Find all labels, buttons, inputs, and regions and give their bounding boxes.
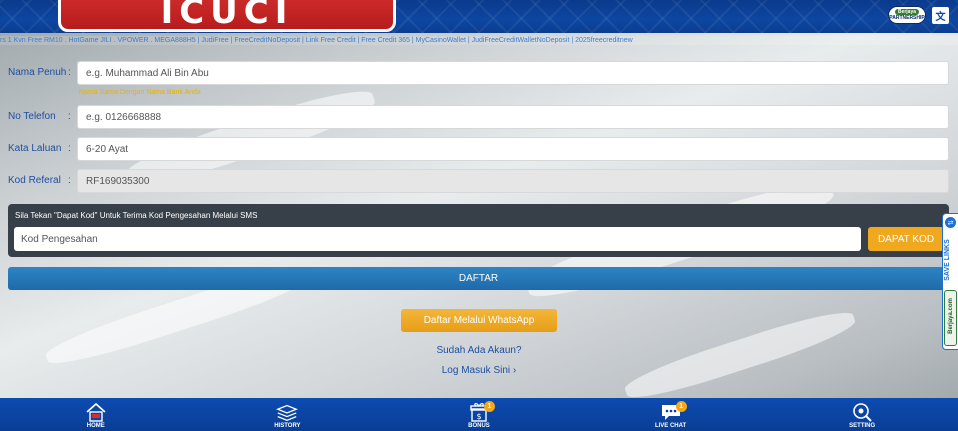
colon: : <box>68 111 71 122</box>
svg-text:$: $ <box>476 412 481 421</box>
have-account-text: Sudah Ada Akaun? <box>436 345 522 356</box>
password-input[interactable] <box>77 137 949 161</box>
login-link[interactable]: Log Masuk Sini › <box>0 365 958 376</box>
colon: : <box>68 67 71 78</box>
link-icon: ⇄ <box>945 217 956 228</box>
partner-badge-bottom: PARTNERSHIP <box>889 15 925 21</box>
full-name-input[interactable] <box>77 61 949 85</box>
phone-row: No Telefon : <box>0 105 958 129</box>
berjaya-brand: Berjaya.com <box>944 290 957 346</box>
top-header: ICUCI Berjaya PARTNERSHIP 文 <box>0 0 958 33</box>
phone-input[interactable] <box>77 105 949 129</box>
save-links-tab[interactable]: ⇄ SAVE LINKS Berjaya.com <box>942 213 958 350</box>
full-name-row: Nama Penuh : <box>0 61 958 85</box>
marquee-ticker[interactable]: rs 1 Kvn Free RM10 . HotGame JILI . VPOW… <box>0 36 958 45</box>
whatsapp-register-button[interactable]: Daftar Melalui WhatsApp <box>401 309 557 332</box>
nav-live-chat-label: LIVE CHAT <box>654 423 687 429</box>
sms-verification-panel: Sila Tekan "Dapat Kod" Untuk Terima Kod … <box>8 204 949 257</box>
gift-icon: $ 1 <box>467 401 495 423</box>
chat-badge: 1 <box>675 401 687 412</box>
nav-bonus[interactable]: $ 1 BONUS <box>383 398 575 431</box>
bonus-badge: 1 <box>483 401 495 412</box>
full-name-label: Nama Penuh <box>8 67 67 78</box>
sms-instruction: Sila Tekan "Dapat Kod" Untuk Terima Kod … <box>15 211 258 220</box>
site-logo[interactable]: ICUCI <box>58 0 396 32</box>
password-label: Kata Laluan <box>8 143 62 154</box>
home-icon <box>84 401 108 423</box>
referral-label: Kod Referal <box>8 175 61 186</box>
referral-code-input <box>77 169 949 193</box>
password-row: Kata Laluan : <box>0 137 958 161</box>
save-links-label: SAVE LINKS <box>944 239 951 281</box>
referral-row: Kod Referal : <box>0 169 958 193</box>
get-code-button[interactable]: DAPAT KOD <box>868 227 944 251</box>
nav-live-chat[interactable]: 1 LIVE CHAT <box>575 398 767 431</box>
nav-history[interactable]: HISTORY <box>192 398 384 431</box>
nav-home[interactable]: HOME <box>0 398 192 431</box>
nav-bonus-label: BONUS <box>468 423 490 429</box>
colon: : <box>68 143 71 154</box>
nav-history-label: HISTORY <box>274 423 301 429</box>
bottom-navigation: HOME HISTORY $ 1 BONUS 1 LIVE CHAT SETTI… <box>0 398 958 431</box>
setting-icon <box>850 401 874 423</box>
nav-setting[interactable]: SETTING <box>766 398 958 431</box>
register-button[interactable]: DAFTAR <box>8 267 949 290</box>
colon: : <box>68 175 71 186</box>
verification-code-input[interactable] <box>14 227 861 251</box>
phone-label: No Telefon <box>8 111 56 122</box>
brand-label: Berjaya.com <box>948 298 954 334</box>
history-icon <box>275 401 299 423</box>
translate-icon[interactable]: 文 <box>932 7 949 24</box>
chat-icon: 1 <box>659 401 687 423</box>
nav-home-label: HOME <box>86 423 105 429</box>
partnership-badge: Berjaya PARTNERSHIP <box>888 6 926 24</box>
full-name-hint: Nama Sama Dengan Nama Bank Anda <box>79 89 201 96</box>
nav-setting-label: SETTING <box>849 423 876 429</box>
logo-text: ICUCI <box>160 0 294 32</box>
